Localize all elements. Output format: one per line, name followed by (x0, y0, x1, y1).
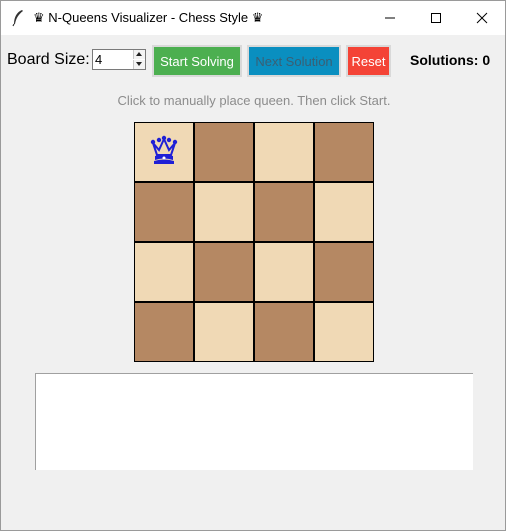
board-cell-2-3[interactable] (314, 242, 374, 302)
maximize-icon (431, 13, 441, 23)
close-button[interactable] (459, 1, 505, 35)
board-cell-1-2[interactable] (254, 182, 314, 242)
board-cell-0-1[interactable] (194, 122, 254, 182)
board-size-label: Board Size: (7, 51, 90, 68)
board-cell-1-3[interactable] (314, 182, 374, 242)
minimize-button[interactable] (367, 1, 413, 35)
queen-icon (150, 135, 178, 164)
board-cell-1-0[interactable] (134, 182, 194, 242)
chess-board[interactable] (134, 122, 374, 362)
solutions-counter: Solutions: 0 (410, 52, 491, 68)
board-cell-3-0[interactable] (134, 302, 194, 362)
board-cell-0-0[interactable] (134, 122, 194, 182)
board-cell-2-2[interactable] (254, 242, 314, 302)
spin-down-icon[interactable] (133, 60, 145, 69)
instruction-hint: Click to manually place queen. Then clic… (117, 93, 391, 108)
maximize-button[interactable] (413, 1, 459, 35)
window-title: ♛ N-Queens Visualizer - Chess Style ♛ (33, 10, 264, 25)
board-cell-0-3[interactable] (314, 122, 374, 182)
next-solution-button[interactable]: Next Solution (247, 45, 341, 77)
board-size-input[interactable] (94, 51, 135, 68)
solution-output-text[interactable] (35, 373, 473, 470)
board-cell-0-2[interactable] (254, 122, 314, 182)
board-cell-2-0[interactable] (134, 242, 194, 302)
title-bar[interactable]: ♛ N-Queens Visualizer - Chess Style ♛ (1, 1, 505, 35)
spin-up-icon[interactable] (133, 50, 145, 59)
board-cell-3-2[interactable] (254, 302, 314, 362)
board-cell-3-1[interactable] (194, 302, 254, 362)
board-cell-3-3[interactable] (314, 302, 374, 362)
start-solving-button[interactable]: Start Solving (152, 45, 242, 77)
minimize-icon (385, 17, 395, 19)
board-cell-1-1[interactable] (194, 182, 254, 242)
close-icon (476, 12, 488, 24)
app-window: ♛ N-Queens Visualizer - Chess Style ♛ Bo… (0, 0, 506, 531)
reset-button[interactable]: Reset (346, 45, 391, 77)
board-cell-2-1[interactable] (194, 242, 254, 302)
feather-icon (11, 9, 25, 27)
board-size-spinbox[interactable] (92, 49, 146, 70)
